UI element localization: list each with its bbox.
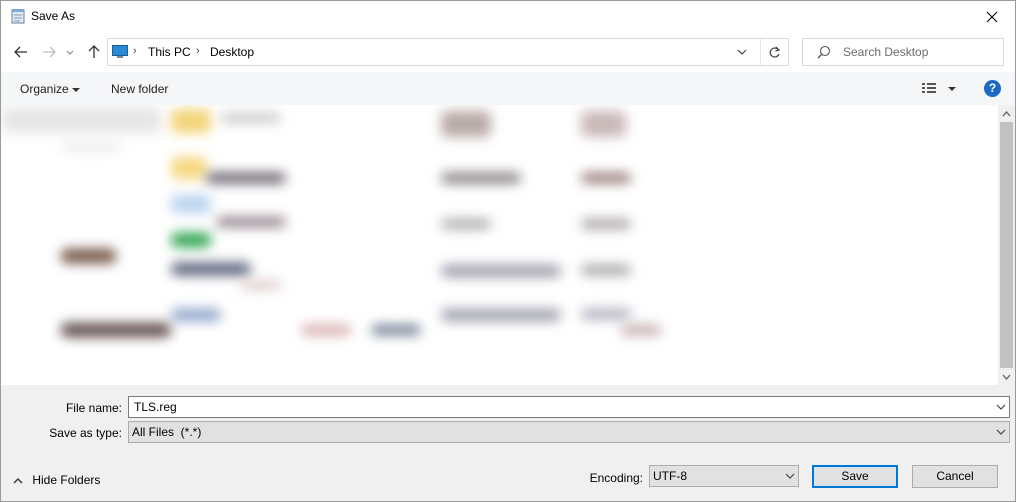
breadcrumb-this-pc[interactable]: This PC	[148, 45, 191, 59]
chevron-down-icon	[1002, 374, 1011, 380]
blurred-item	[171, 309, 221, 321]
blurred-item	[171, 263, 251, 275]
blurred-item	[241, 281, 281, 289]
save-as-dialog: Save As › This PC › Desktop Search Deskt…	[0, 0, 1016, 502]
blurred-item	[171, 157, 207, 179]
recent-locations-button[interactable]	[63, 42, 77, 62]
chevron-down-icon	[785, 473, 795, 479]
blurred-item	[1, 107, 161, 133]
save-button[interactable]: Save	[812, 465, 898, 488]
forward-arrow-icon	[43, 46, 56, 58]
blurred-item	[171, 233, 211, 247]
up-arrow-icon	[88, 45, 100, 58]
chevron-down-icon	[66, 50, 74, 55]
file-list-area[interactable]	[1, 105, 1015, 385]
cancel-button[interactable]: Cancel	[912, 465, 998, 488]
save-as-type-value: All Files (*.*)	[132, 425, 202, 439]
close-button[interactable]	[969, 1, 1015, 32]
breadcrumb-separator: ›	[196, 45, 200, 57]
address-bar[interactable]: › This PC › Desktop	[107, 38, 789, 66]
back-arrow-icon	[14, 46, 27, 58]
blurred-item	[301, 325, 351, 335]
notepad-icon	[11, 8, 25, 24]
hide-folders-button[interactable]: Hide Folders	[13, 473, 100, 487]
navigation-bar: › This PC › Desktop Search Desktop	[1, 32, 1015, 72]
organize-button[interactable]: Organize	[20, 82, 69, 96]
blurred-item	[61, 143, 121, 151]
blurred-item	[216, 217, 286, 227]
blurred-item	[61, 249, 116, 263]
save-options-panel: File name: TLS.reg Save as type: All Fil…	[1, 385, 1015, 501]
encoding-label: Encoding:	[589, 471, 643, 485]
new-folder-button[interactable]: New folder	[111, 82, 168, 96]
command-bar: Organize New folder ?	[1, 72, 1015, 105]
breadcrumb-desktop[interactable]: Desktop	[210, 45, 254, 59]
blurred-item	[171, 195, 211, 213]
forward-button[interactable]	[39, 42, 59, 62]
blurred-item	[206, 173, 286, 183]
close-icon	[986, 11, 998, 22]
chevron-down-icon	[737, 49, 747, 55]
this-pc-icon	[112, 45, 128, 58]
vertical-scrollbar[interactable]	[998, 105, 1015, 385]
blurred-item	[581, 265, 631, 275]
refresh-button[interactable]	[760, 39, 788, 65]
up-button[interactable]	[84, 42, 104, 62]
blurred-item	[441, 173, 521, 183]
hide-folders-label: Hide Folders	[32, 473, 101, 487]
blurred-item	[581, 173, 631, 183]
chevron-down-icon	[996, 429, 1006, 435]
blurred-item	[61, 323, 171, 337]
back-button[interactable]	[11, 42, 31, 62]
blurred-item	[441, 309, 561, 321]
scroll-up-button[interactable]	[998, 105, 1015, 122]
save-as-type-label: Save as type:	[49, 426, 122, 440]
blurred-item	[581, 219, 631, 229]
scroll-down-button[interactable]	[998, 368, 1015, 385]
help-icon[interactable]: ?	[984, 80, 1001, 97]
save-as-type-select[interactable]: All Files (*.*)	[128, 421, 1010, 443]
view-options-icon[interactable]	[922, 82, 960, 97]
blurred-item	[221, 113, 281, 123]
blurred-item	[621, 325, 661, 335]
encoding-select[interactable]: UTF-8	[649, 465, 799, 487]
blurred-item	[441, 265, 561, 277]
encoding-value: UTF-8	[653, 469, 687, 483]
organize-dropdown-icon	[72, 88, 80, 92]
address-dropdown-button[interactable]	[730, 39, 754, 65]
blurred-item	[171, 109, 211, 133]
breadcrumb-separator: ›	[133, 45, 137, 57]
chevron-up-icon	[13, 478, 23, 484]
file-name-label: File name:	[65, 401, 122, 415]
chevron-down-icon[interactable]	[996, 404, 1006, 410]
file-name-field[interactable]: TLS.reg	[128, 396, 1010, 418]
blurred-item	[581, 309, 631, 319]
title-bar: Save As	[1, 1, 1015, 32]
chevron-up-icon	[1002, 110, 1011, 116]
file-name-value: TLS.reg	[134, 400, 177, 414]
search-icon	[817, 45, 831, 62]
search-box[interactable]: Search Desktop	[802, 38, 1004, 66]
window-title: Save As	[31, 9, 76, 23]
scrollbar-thumb[interactable]	[1000, 122, 1013, 368]
blurred-item	[581, 111, 626, 137]
blurred-item	[371, 325, 421, 335]
blurred-item	[441, 111, 491, 137]
refresh-icon	[769, 46, 781, 58]
search-placeholder: Search Desktop	[843, 45, 929, 59]
blurred-item	[441, 219, 491, 229]
